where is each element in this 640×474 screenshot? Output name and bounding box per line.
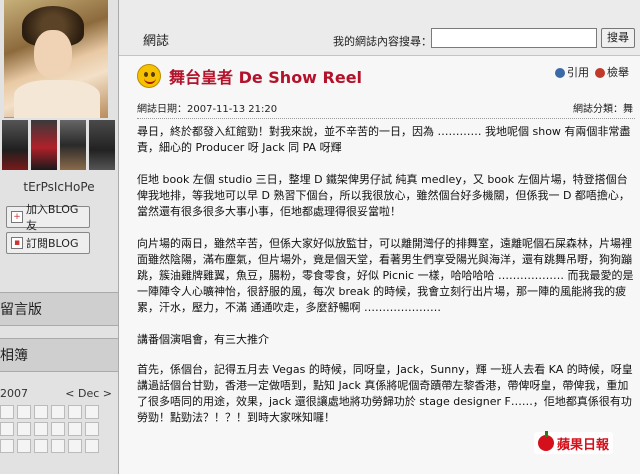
calendar-day[interactable] — [85, 439, 99, 453]
calendar-day[interactable] — [0, 439, 14, 453]
rss-icon: ▪ — [11, 237, 23, 249]
search-label: 我的網誌內容搜尋： — [333, 35, 432, 48]
post-paragraph: 講番個演唱會，有三大推介 — [137, 333, 269, 346]
calendar-day[interactable] — [85, 422, 99, 436]
search-button[interactable]: 搜尋 — [601, 28, 635, 48]
add-blog-friend-button[interactable]: + 加入BLOG友 — [6, 203, 90, 232]
quote-link[interactable]: 引用 — [555, 64, 589, 80]
calendar-day[interactable] — [17, 422, 31, 436]
report-icon — [595, 68, 605, 78]
calendar-day[interactable] — [68, 405, 82, 419]
calendar-prev-button[interactable]: < — [65, 387, 74, 400]
avatar-dress — [14, 80, 100, 118]
photo-thumbnails — [0, 120, 118, 172]
sidebar: tErPsIcHoPe + 加入BLOG友 ▪ 訂閱BLOG 留言版 相簿 20… — [0, 0, 118, 474]
calendar-month: Dec — [77, 387, 100, 400]
photo-thumbnail[interactable] — [89, 120, 115, 170]
calendar-grid — [0, 405, 118, 453]
report-label: 檢舉 — [607, 66, 629, 79]
calendar-day[interactable] — [17, 439, 31, 453]
photo-thumbnail[interactable] — [2, 120, 28, 170]
calendar-day[interactable] — [68, 422, 82, 436]
search-input[interactable] — [431, 28, 597, 48]
subscribe-blog-button[interactable]: ▪ 訂閱BLOG — [6, 232, 90, 254]
post-meta: 網誌日期：2007-11-13 21:20 網誌分類：舞 — [137, 100, 640, 115]
avatar[interactable] — [4, 0, 108, 118]
calendar-header: 2007 < Dec > — [0, 387, 118, 405]
calendar-day[interactable] — [0, 422, 14, 436]
page-title: 網誌 — [143, 34, 170, 49]
calendar-nav: < Dec > — [65, 387, 112, 405]
photo-thumbnail[interactable] — [60, 120, 86, 170]
add-friend-icon: + — [11, 211, 23, 223]
subscribe-blog-label: 訂閱BLOG — [26, 237, 79, 250]
smiley-icon — [137, 64, 161, 88]
calendar-day[interactable] — [51, 439, 65, 453]
calendar-next-button[interactable]: > — [103, 387, 112, 400]
post-paragraph: 向片場的兩日，雖然辛苦，但係大家好似放監甘，可以離開灣仔的排舞室，遠離呢個石屎森… — [137, 237, 634, 314]
username[interactable]: tErPsIcHoPe — [0, 180, 118, 194]
calendar-year: 2007 — [0, 387, 28, 400]
watermark-brand: 蘋果日報 — [557, 437, 610, 453]
blog-main-panel: 網誌 我的網誌內容搜尋： 搜尋 舞台皇者 De Show Reel 引用 檢舉 … — [118, 0, 640, 474]
post-actions: 引用 檢舉 — [555, 64, 629, 80]
post-paragraph: 尋日，終於都發入紅館勁！對我來說，並不辛苦的一日，因為 ………… 我地呢個 sh… — [137, 125, 631, 154]
post-body: 尋日，終於都發入紅館勁！對我來說，並不辛苦的一日，因為 ………… 我地呢個 sh… — [137, 124, 637, 474]
apple-logo-icon — [538, 431, 554, 451]
post-date: 網誌日期：2007-11-13 21:20 — [137, 104, 278, 115]
post-paragraph: 佢地 book 左個 studio 三日，整埋 D 鐵架俾男仔試 純真 medl… — [137, 173, 630, 218]
photo-thumbnail[interactable] — [31, 120, 57, 170]
post-divider — [137, 118, 635, 119]
quote-label: 引用 — [567, 66, 589, 79]
calendar-day[interactable] — [68, 439, 82, 453]
calendar-day[interactable] — [34, 439, 48, 453]
post-title: 舞台皇者 De Show Reel — [169, 68, 363, 87]
blog-header-bar: 網誌 我的網誌內容搜尋： 搜尋 — [119, 0, 640, 56]
calendar-day[interactable] — [51, 405, 65, 419]
guestbook-label: 留言版 — [0, 302, 42, 318]
sidebar-item-guestbook[interactable]: 留言版 — [0, 292, 118, 326]
calendar-day[interactable] — [17, 405, 31, 419]
avatar-face — [34, 30, 72, 78]
calendar-day[interactable] — [34, 405, 48, 419]
post-category[interactable]: 網誌分類：舞 — [573, 100, 633, 115]
add-blog-friend-label: 加入BLOG友 — [25, 203, 79, 232]
sidebar-item-album[interactable]: 相簿 — [0, 338, 118, 372]
calendar-day[interactable] — [0, 405, 14, 419]
report-link[interactable]: 檢舉 — [595, 64, 629, 80]
album-label: 相簿 — [0, 348, 28, 364]
calendar-day[interactable] — [34, 422, 48, 436]
calendar-day[interactable] — [85, 405, 99, 419]
calendar-day[interactable] — [51, 422, 65, 436]
post-paragraph: 首先，係個台，記得五月去 Vegas 的時候，同呀皇，Jack，Sunny，輝 … — [137, 363, 633, 424]
quote-icon — [555, 68, 565, 78]
newspaper-watermark: 蘋果日報 — [534, 431, 614, 454]
post-header: 舞台皇者 De Show Reel 引用 檢舉 — [137, 62, 640, 92]
